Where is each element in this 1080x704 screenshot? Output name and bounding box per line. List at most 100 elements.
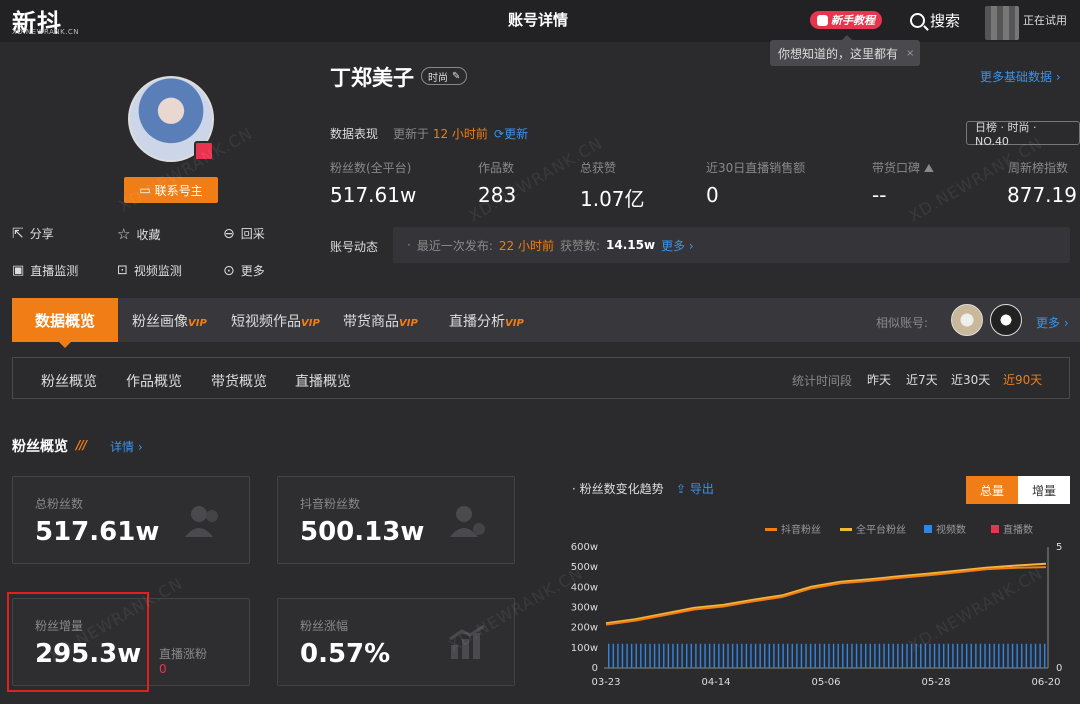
vip-badge: VIP: [301, 318, 320, 329]
video-bar: [782, 643, 784, 668]
rank-badge[interactable]: 日榜 · 时尚 · NO.40: [966, 121, 1080, 148]
period-yesterday[interactable]: 昨天: [867, 371, 891, 388]
period-7d[interactable]: 近7天: [906, 371, 938, 388]
legend-swatch: [924, 525, 932, 533]
video-bar: [984, 643, 986, 668]
tab-short-videos[interactable]: 短视频作品VIP: [231, 311, 320, 331]
y-tick-label: 500w: [571, 562, 598, 573]
y2-tick-label: 5: [1056, 542, 1062, 553]
contact-owner-button[interactable]: ▭ 联系号主: [124, 177, 218, 203]
close-icon[interactable]: ×: [906, 48, 914, 59]
share-button[interactable]: ⇱ 分享: [12, 225, 54, 242]
video-bar: [708, 643, 711, 668]
video-bar: [865, 643, 867, 668]
video-bar: [805, 643, 807, 668]
video-bar: [1039, 643, 1041, 668]
similar-account-avatar[interactable]: [951, 304, 983, 336]
subtab-commerce[interactable]: 带货概览: [211, 371, 267, 391]
account-name: 丁郑美子: [330, 66, 414, 90]
x-tick-label: 05-28: [921, 677, 950, 688]
vip-badge: VIP: [399, 318, 418, 329]
stat-value-reputation: --: [872, 183, 887, 207]
video-bar: [1007, 643, 1009, 668]
tab-products[interactable]: 带货商品VIP: [343, 311, 418, 331]
card-value: 500.13w: [300, 517, 425, 547]
tab-live-analysis[interactable]: 直播分析VIP: [449, 311, 524, 331]
stat-label-index: 周新榜指数: [1008, 161, 1069, 175]
stat-label-reputation: 带货口碑 ⛰: [872, 159, 934, 176]
refresh-button[interactable]: ⟳更新: [494, 125, 528, 142]
live-monitor-button[interactable]: ▣ 直播监测: [12, 262, 78, 279]
category-tag[interactable]: 时尚 ✎: [421, 67, 468, 85]
subtab-fans[interactable]: 粉丝概览: [41, 371, 97, 391]
video-bar: [809, 643, 812, 668]
edit-icon: ✎: [452, 70, 461, 82]
subtab-works[interactable]: 作品概览: [126, 371, 182, 391]
period-30d[interactable]: 近30天: [951, 371, 990, 388]
more-basic-data-link[interactable]: 更多基础数据 ›: [980, 68, 1061, 85]
vip-badge: VIP: [188, 318, 207, 329]
legend-swatch: [840, 528, 852, 531]
section-title: 粉丝概览: [12, 439, 68, 455]
tutorial-button[interactable]: 新手教程: [810, 11, 882, 29]
video-bar: [823, 643, 826, 668]
user-avatar[interactable]: [985, 6, 1019, 40]
toggle-increment-button[interactable]: 增量: [1018, 476, 1070, 504]
video-bar: [777, 643, 780, 668]
video-bar: [961, 643, 963, 668]
video-bar: [649, 643, 651, 668]
toggle-total-button[interactable]: 总量: [966, 476, 1018, 504]
video-bar: [938, 643, 940, 668]
y-tick-label: 100w: [571, 643, 598, 654]
dynamics-more-link[interactable]: 更多 ›: [661, 237, 694, 254]
video-bar: [1044, 643, 1046, 668]
reputation-label: 带货口碑: [872, 161, 921, 175]
video-bar: [979, 643, 982, 668]
recollect-button[interactable]: ⊖ 回采: [223, 225, 265, 242]
subtab-live[interactable]: 直播概览: [295, 371, 351, 391]
video-monitor-button[interactable]: ⊡ 视频监测: [117, 262, 182, 279]
video-bar: [768, 643, 771, 668]
video-bar: [1021, 643, 1023, 668]
video-bar: [704, 643, 706, 668]
video-bar: [621, 643, 624, 668]
trial-status: 正在试用: [1023, 14, 1067, 27]
search-button[interactable]: 搜索: [910, 10, 960, 31]
period-90d[interactable]: 近90天: [1003, 371, 1042, 388]
section-detail-link[interactable]: 详情 ›: [110, 438, 143, 455]
y-tick-label: 400w: [571, 582, 598, 593]
similar-accounts-label: 相似账号:: [876, 316, 929, 330]
video-bar: [718, 643, 720, 668]
qr-code-icon[interactable]: [194, 141, 214, 161]
video-bar: [915, 643, 917, 668]
likes-value: 14.15w: [606, 238, 656, 252]
more-actions-button[interactable]: ⊙ 更多: [223, 262, 265, 279]
legend-swatch: [991, 525, 999, 533]
trend-icon: ⛰: [923, 161, 934, 175]
category-label: 时尚: [428, 72, 448, 84]
video-bar: [658, 643, 660, 668]
video-bar: [612, 643, 614, 668]
similar-account-avatar[interactable]: [990, 304, 1022, 336]
legend-label: 抖音粉丝: [781, 523, 821, 536]
y-tick-label: 300w: [571, 603, 598, 614]
export-button[interactable]: ⇪ 导出: [676, 480, 714, 497]
live-fan-gain-label: 直播涨粉: [159, 647, 208, 661]
favorite-button[interactable]: ☆ 收藏: [117, 225, 160, 243]
video-bar: [892, 643, 894, 668]
video-bar: [741, 643, 743, 668]
dynamics-label: 账号动态: [330, 240, 379, 254]
video-bar: [998, 643, 1000, 668]
chart-title-text: 粉丝数变化趋势: [579, 482, 664, 496]
tab-data-overview[interactable]: 数据概览: [12, 298, 118, 348]
video-bar: [1025, 643, 1028, 668]
video-bar: [970, 643, 972, 668]
similar-more-link[interactable]: 更多 ›: [1036, 314, 1069, 331]
video-bar: [1030, 643, 1032, 668]
tab-fan-portrait[interactable]: 粉丝画像VIP: [132, 311, 207, 331]
video-bar: [947, 643, 950, 668]
x-tick-label: 03-23: [591, 677, 620, 688]
video-bar: [754, 643, 757, 668]
video-bar: [722, 643, 725, 668]
video-bar: [897, 643, 899, 668]
